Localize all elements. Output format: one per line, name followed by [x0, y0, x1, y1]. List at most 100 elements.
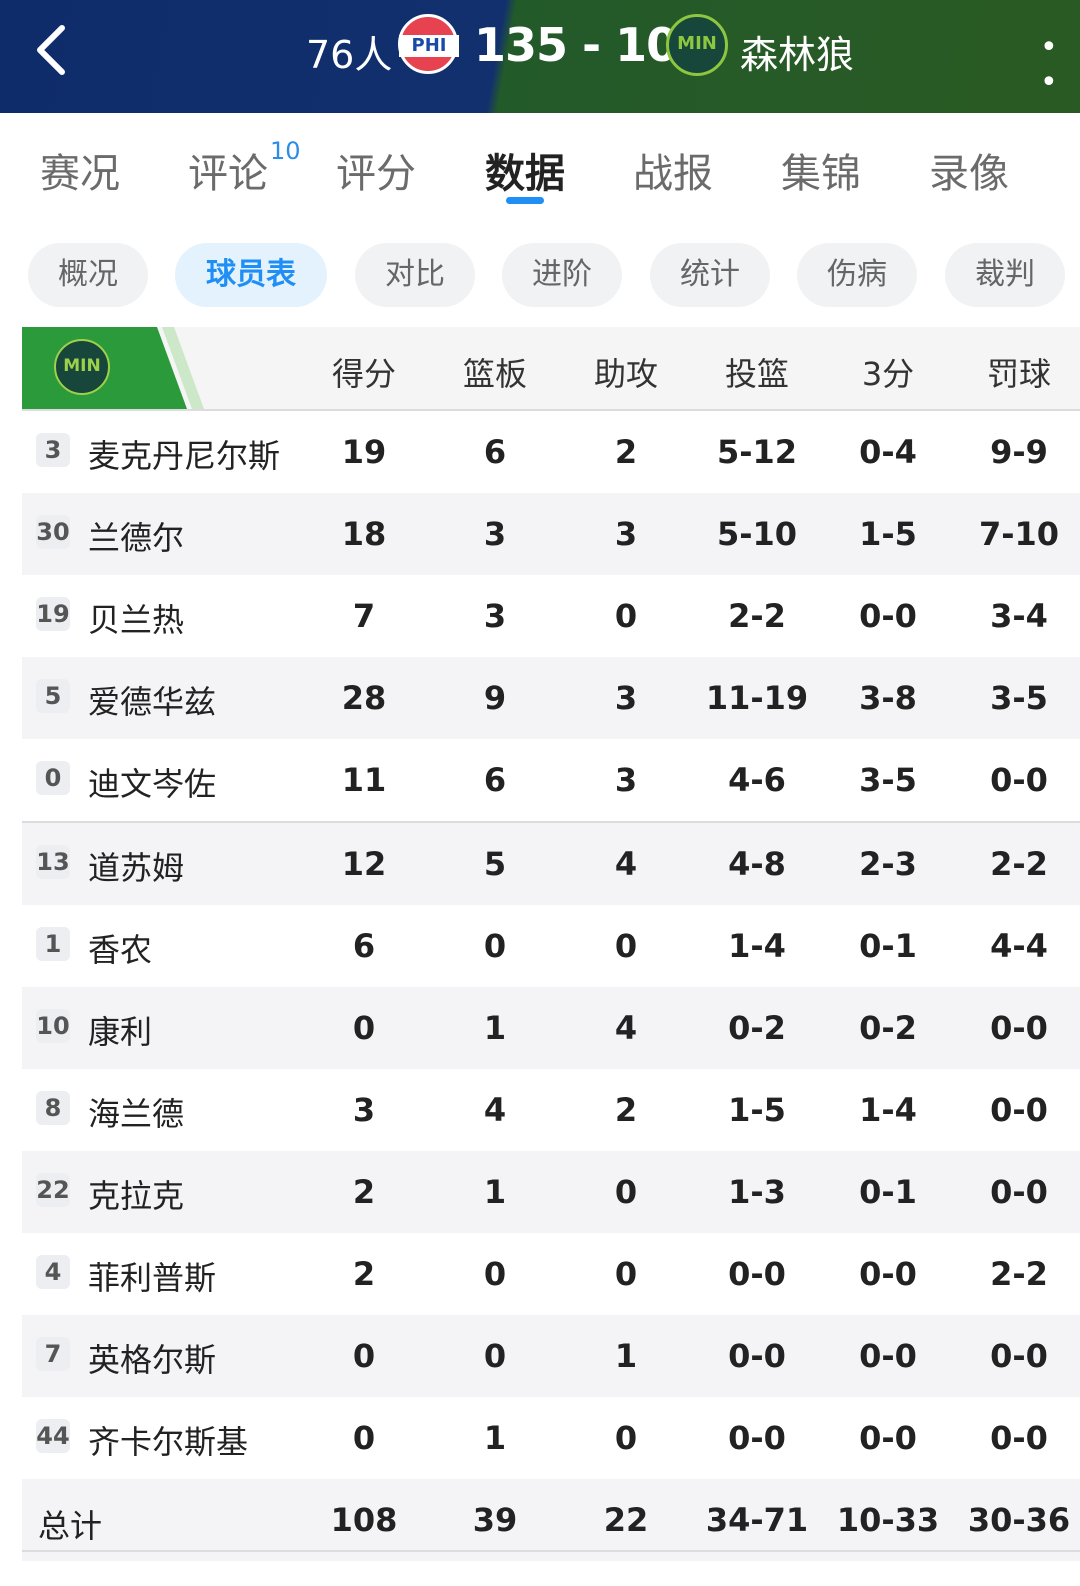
- cell-rebounds: 5: [483, 845, 507, 883]
- total-three-pointers: 10-33: [836, 1501, 940, 1539]
- cell-rebounds: 6: [483, 433, 507, 471]
- player-name[interactable]: 迪文岑佐: [88, 759, 216, 805]
- home-team-name[interactable]: 76人: [306, 24, 392, 79]
- cell-points: 0: [352, 1337, 376, 1375]
- cell-assists: 4: [614, 845, 638, 883]
- table-row[interactable]: 30 兰德尔 18 3 3 5-10 1-5 7-10: [22, 493, 1080, 575]
- tab-ratings[interactable]: 评分: [336, 141, 416, 199]
- tab-highlights[interactable]: 集锦: [781, 141, 861, 199]
- cell-rebounds: 3: [483, 515, 507, 553]
- table-header: MIN 得分 篮板 助攻 投篮 3分 罚球: [22, 327, 1080, 411]
- cell-points: 0: [352, 1419, 376, 1457]
- table-row[interactable]: 3 麦克丹尼尔斯 19 6 2 5-12 0-4 9-9: [22, 411, 1080, 493]
- cell-free-throws: 0-0: [990, 1419, 1048, 1457]
- home-team-logo[interactable]: PHI: [398, 14, 459, 74]
- total-rebounds: 39: [472, 1501, 518, 1539]
- table-row[interactable]: 7 英格尔斯 0 0 1 0-0 0-0 0-0: [22, 1315, 1080, 1397]
- player-name[interactable]: 贝兰热: [88, 595, 184, 641]
- table-row[interactable]: 0 迪文岑佐 11 6 3 4-6 3-5 0-0: [22, 739, 1080, 821]
- subtab-statistics[interactable]: 统计: [650, 243, 770, 307]
- home-team-abbr: PHI: [399, 35, 459, 57]
- tab-game[interactable]: 赛况: [40, 141, 120, 199]
- total-field-goals: 34-71: [705, 1501, 809, 1539]
- cell-three-pointers: 0-4: [859, 433, 917, 471]
- cell-field-goals: 11-19: [705, 679, 809, 717]
- tab-label: 评论: [188, 151, 268, 197]
- cell-free-throws: 7-10: [978, 515, 1060, 553]
- jersey-number: 19: [36, 597, 70, 631]
- subtab-player-stats[interactable]: 球员表: [175, 243, 327, 307]
- cell-points: 2: [352, 1255, 376, 1293]
- jersey-number: 1: [36, 927, 70, 961]
- cell-field-goals: 0-0: [728, 1337, 786, 1375]
- cell-field-goals: 1-3: [728, 1173, 786, 1211]
- cell-three-pointers: 0-0: [859, 597, 917, 635]
- subtab-referees[interactable]: 裁判: [945, 243, 1065, 307]
- cell-free-throws: 9-9: [990, 433, 1048, 471]
- tab-report[interactable]: 战报: [633, 141, 713, 199]
- table-row[interactable]: 13 道苏姆 12 5 4 4-8 2-3 2-2: [22, 821, 1080, 905]
- away-team-logo[interactable]: MIN: [666, 14, 728, 76]
- subtab-overview[interactable]: 概况: [28, 243, 148, 307]
- table-row[interactable]: 4 菲利普斯 2 0 0 0-0 0-0 2-2: [22, 1233, 1080, 1315]
- cell-rebounds: 9: [483, 679, 507, 717]
- cell-points: 0: [352, 1009, 376, 1047]
- table-row[interactable]: 5 爱德华兹 28 9 3 11-19 3-8 3-5: [22, 657, 1080, 739]
- jersey-number: 44: [36, 1419, 70, 1453]
- cell-rebounds: 0: [483, 1337, 507, 1375]
- col-field-goals[interactable]: 投篮: [697, 349, 817, 395]
- cell-points: 18: [341, 515, 387, 553]
- subtab-advanced[interactable]: 进阶: [502, 243, 622, 307]
- col-points[interactable]: 得分: [304, 349, 424, 395]
- table-row[interactable]: 22 克拉克 2 1 0 1-3 0-1 0-0: [22, 1151, 1080, 1233]
- cell-free-throws: 3-4: [990, 597, 1048, 635]
- player-name[interactable]: 兰德尔: [88, 513, 184, 559]
- tab-replay[interactable]: 录像: [929, 141, 1009, 199]
- table-row[interactable]: 19 贝兰热 7 3 0 2-2 0-0 3-4: [22, 575, 1080, 657]
- total-free-throws: 30-36: [967, 1501, 1071, 1539]
- player-name[interactable]: 香农: [88, 925, 152, 971]
- player-name[interactable]: 爱德华兹: [88, 677, 216, 723]
- back-arrow-icon[interactable]: [32, 22, 72, 78]
- more-options-icon[interactable]: • •: [1040, 30, 1080, 100]
- cell-assists: 3: [614, 679, 638, 717]
- cell-three-pointers: 0-1: [859, 927, 917, 965]
- total-label: 总计: [38, 1507, 103, 1545]
- cell-points: 7: [352, 597, 376, 635]
- subtab-compare[interactable]: 对比: [355, 243, 475, 307]
- cell-three-pointers: 1-5: [859, 515, 917, 553]
- cell-free-throws: 4-4: [990, 927, 1048, 965]
- jersey-number: 30: [36, 515, 70, 549]
- tab-label: 评分: [336, 151, 416, 197]
- cell-three-pointers: 3-8: [859, 679, 917, 717]
- tab-comments[interactable]: 评论10: [188, 137, 301, 199]
- cell-assists: 2: [614, 1091, 638, 1129]
- player-name[interactable]: 英格尔斯: [88, 1335, 216, 1381]
- col-three-pointers[interactable]: 3分: [828, 349, 948, 395]
- col-free-throws[interactable]: 罚球: [959, 349, 1079, 395]
- col-rebounds[interactable]: 篮板: [435, 349, 555, 395]
- player-name[interactable]: 道苏姆: [88, 843, 184, 889]
- player-name[interactable]: 齐卡尔斯基: [88, 1417, 248, 1463]
- table-row[interactable]: 44 齐卡尔斯基 0 1 0 0-0 0-0 0-0: [22, 1397, 1080, 1479]
- tab-stats[interactable]: 数据: [485, 141, 565, 199]
- player-name[interactable]: 菲利普斯: [88, 1253, 216, 1299]
- cell-assists: 0: [614, 1419, 638, 1457]
- col-assists[interactable]: 助攻: [566, 349, 686, 395]
- player-name[interactable]: 克拉克: [88, 1171, 184, 1217]
- table-row[interactable]: 8 海兰德 3 4 2 1-5 1-4 0-0: [22, 1069, 1080, 1151]
- player-name[interactable]: 麦克丹尼尔斯: [88, 431, 280, 477]
- cell-free-throws: 2-2: [990, 1255, 1048, 1293]
- away-team-abbr: MIN: [677, 33, 717, 54]
- tab-label: 集锦: [781, 151, 861, 197]
- player-name[interactable]: 海兰德: [88, 1089, 184, 1135]
- subtab-injuries[interactable]: 伤病: [797, 243, 917, 307]
- table-row[interactable]: 1 香农 6 0 0 1-4 0-1 4-4: [22, 905, 1080, 987]
- cell-field-goals: 2-2: [728, 597, 786, 635]
- table-bottom-divider: [22, 1550, 1080, 1552]
- total-row: 总计 108 39 22 34-71 10-33 30-36: [22, 1479, 1080, 1561]
- player-name[interactable]: 康利: [88, 1007, 152, 1053]
- away-team-name[interactable]: 森林狼: [740, 24, 854, 79]
- table-row[interactable]: 10 康利 0 1 4 0-2 0-2 0-0: [22, 987, 1080, 1069]
- cell-assists: 0: [614, 597, 638, 635]
